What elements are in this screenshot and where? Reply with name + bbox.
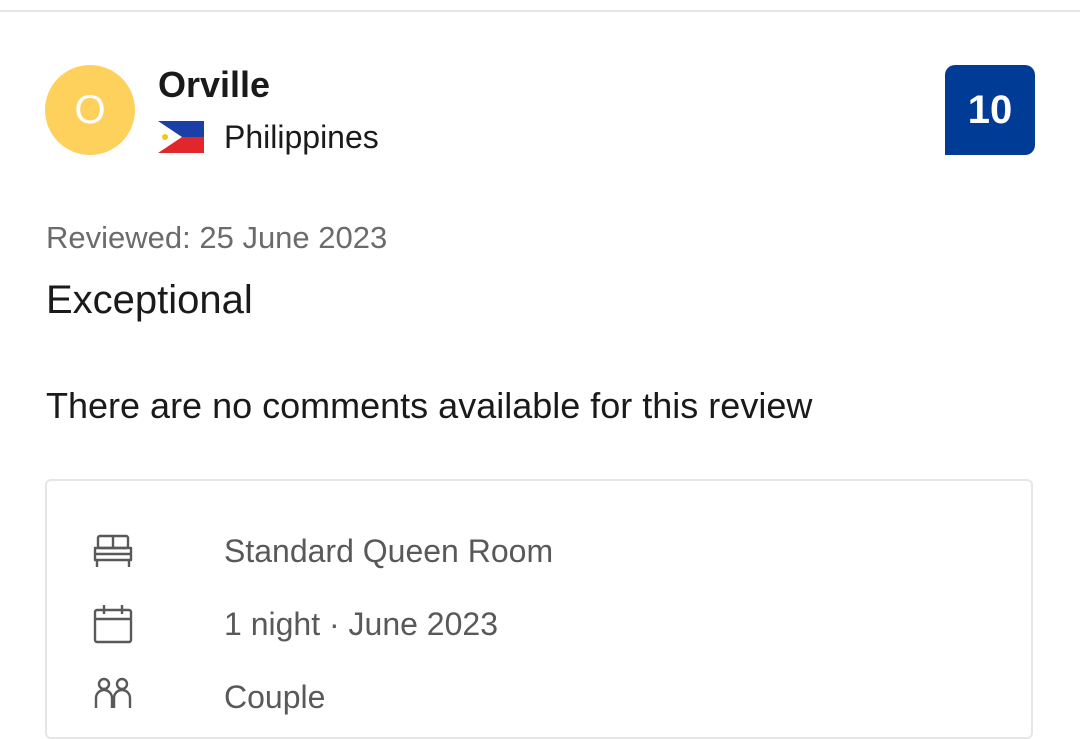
room-type-text: Standard Queen Room — [224, 532, 554, 569]
avatar: O — [45, 65, 135, 155]
stay-duration-text: 1 night · June 2023 — [224, 605, 498, 642]
avatar-initial: O — [74, 87, 106, 132]
stay-details-card: Standard Queen Room 1 night · June 2023 … — [45, 479, 1033, 739]
reviewer-country: Philippines — [158, 116, 379, 158]
review-title: Exceptional — [46, 278, 253, 322]
top-divider — [0, 10, 1080, 12]
traveler-type-row: Couple — [92, 675, 325, 719]
reviewed-date: Reviewed: 25 June 2023 — [46, 220, 388, 255]
stay-duration-row: 1 night · June 2023 — [92, 602, 498, 646]
room-type-row: Standard Queen Room — [92, 529, 553, 573]
philippines-flag-icon — [158, 121, 204, 153]
couple-icon — [94, 677, 132, 708]
traveler-type-text: Couple — [224, 678, 326, 715]
country-name: Philippines — [224, 118, 379, 155]
bed-icon — [93, 534, 133, 567]
review-comment: There are no comments available for this… — [46, 385, 813, 426]
reviewer-name: Orville — [158, 64, 271, 105]
score-value: 10 — [967, 87, 1013, 132]
score-badge: 10 — [945, 65, 1035, 155]
calendar-icon — [93, 605, 133, 644]
